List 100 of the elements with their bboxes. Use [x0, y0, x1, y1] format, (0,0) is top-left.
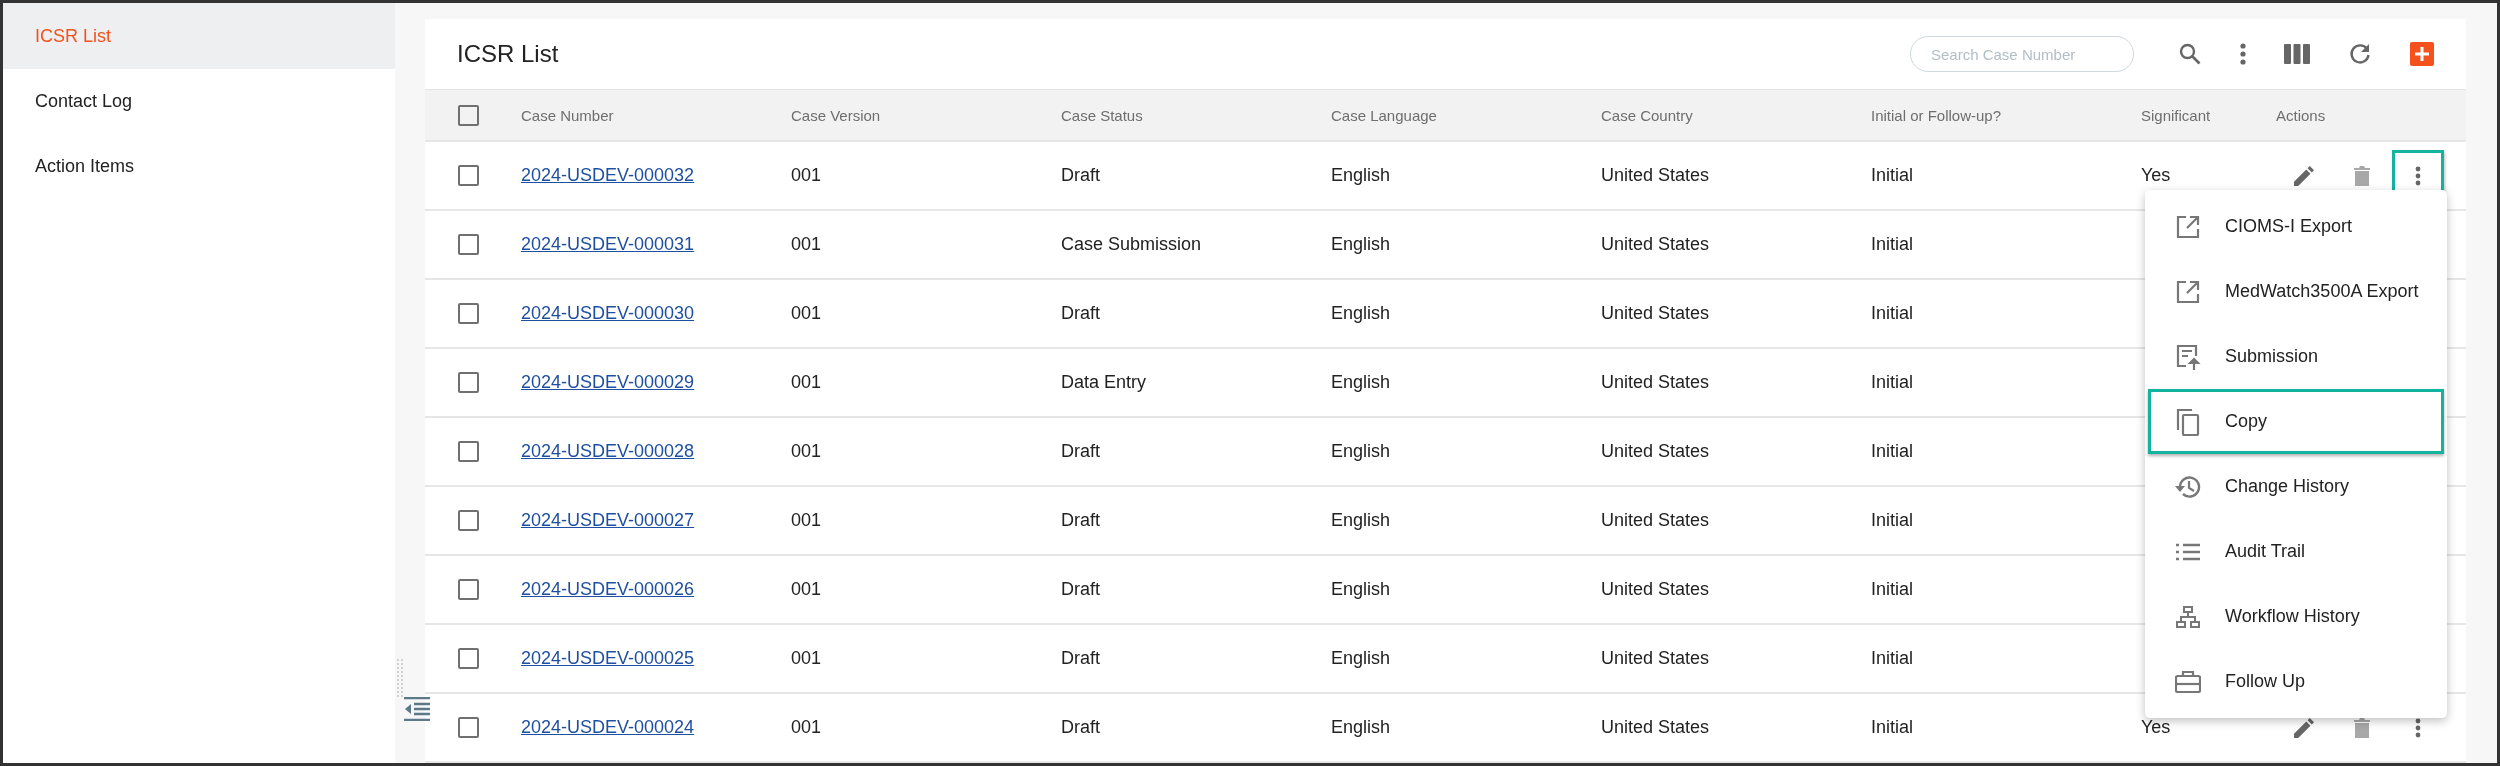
table-cell: Initial: [1871, 717, 1914, 737]
table-cell: 001: [791, 303, 822, 323]
more-options-icon: [2415, 165, 2421, 186]
table-cell: United States: [1601, 165, 1710, 185]
document-upload-icon: [2175, 343, 2201, 370]
delete-icon[interactable]: [2354, 717, 2370, 738]
row-checkbox[interactable]: [458, 510, 479, 531]
table-cell: 001: [791, 717, 822, 737]
row-checkbox[interactable]: [458, 372, 479, 393]
table-cell: English: [1331, 441, 1391, 461]
menu-item[interactable]: Change History: [2148, 454, 2444, 519]
search-field[interactable]: Search Case Number: [1910, 36, 2134, 72]
table-cell: Initial: [1871, 441, 1914, 461]
table-cell: 001: [791, 234, 822, 254]
case-number-link[interactable]: 2024-USDEV-000026: [521, 579, 695, 599]
menu-item[interactable]: CIOMS-I Export: [2148, 194, 2444, 259]
column-header: Case Language: [1331, 106, 1438, 124]
open-external-icon: [2175, 279, 2201, 304]
table-cell: Draft: [1061, 441, 1100, 461]
row-checkbox[interactable]: [458, 579, 479, 600]
edit-icon[interactable]: [2294, 165, 2314, 186]
table-cell: 001: [791, 441, 822, 461]
column-header: Case Status: [1061, 106, 1144, 124]
table-cell: Yes: [2141, 165, 2171, 185]
menu-item[interactable]: Audit Trail: [2148, 519, 2444, 584]
column-header: Significant: [2141, 106, 2212, 124]
table-cell: English: [1331, 165, 1391, 185]
table-cell: 001: [791, 372, 822, 392]
row-checkbox[interactable]: [458, 717, 479, 738]
menu-item[interactable]: MedWatch3500A Export: [2148, 259, 2444, 324]
hierarchy-icon: [2175, 605, 2201, 628]
table-cell: English: [1331, 579, 1391, 599]
table-cell: English: [1331, 372, 1391, 392]
row-checkbox[interactable]: [458, 234, 479, 255]
table-cell: English: [1331, 303, 1391, 323]
open-external-icon: [2175, 214, 2201, 239]
table-cell: Draft: [1061, 165, 1100, 185]
table-cell: Draft: [1061, 648, 1100, 668]
menu-item[interactable]: Copy: [2148, 389, 2444, 454]
table-cell: Draft: [1061, 303, 1100, 323]
refresh-icon[interactable]: [2348, 42, 2372, 66]
table-cell: Initial: [1871, 165, 1914, 185]
sidebar-item[interactable]: Contact Log: [3, 69, 395, 134]
case-number-link[interactable]: 2024-USDEV-000030: [521, 303, 695, 323]
column-header: Initial or Follow-up?: [1871, 106, 2003, 124]
table-cell: Data Entry: [1061, 372, 1147, 392]
column-header: Case Number: [521, 106, 615, 124]
table-cell: English: [1331, 234, 1391, 254]
briefcase-icon: [2175, 669, 2201, 694]
row-checkbox[interactable]: [458, 441, 479, 462]
table-cell: United States: [1601, 303, 1710, 323]
row-checkbox[interactable]: [458, 648, 479, 669]
table-cell: Yes: [2141, 717, 2171, 737]
add-icon[interactable]: [2410, 42, 2434, 66]
columns-icon[interactable]: [2284, 44, 2310, 64]
table-cell: Initial: [1871, 234, 1914, 254]
table-cell: Draft: [1061, 579, 1100, 599]
table-cell: Draft: [1061, 717, 1100, 737]
sidebar-item[interactable]: Action Items: [3, 134, 395, 199]
menu-item[interactable]: Submission: [2148, 324, 2444, 389]
search-icon[interactable]: [2178, 42, 2202, 66]
page-title: ICSR List: [457, 40, 559, 68]
case-number-link[interactable]: 2024-USDEV-000024: [521, 717, 695, 737]
table-cell: United States: [1601, 441, 1710, 461]
table-cell: 001: [791, 510, 822, 530]
case-number-link[interactable]: 2024-USDEV-000028: [521, 441, 695, 461]
table-cell: 001: [791, 648, 822, 668]
table-cell: 001: [791, 579, 822, 599]
table-cell: English: [1331, 717, 1391, 737]
table-cell: Initial: [1871, 579, 1914, 599]
table-cell: United States: [1601, 717, 1710, 737]
table-cell: English: [1331, 510, 1391, 530]
table-cell: Initial: [1871, 510, 1914, 530]
row-checkbox[interactable]: [458, 165, 479, 186]
copy-icon: [2175, 407, 2201, 436]
edit-icon[interactable]: [2294, 717, 2314, 738]
column-header: Case Version: [791, 106, 882, 124]
table-cell: United States: [1601, 372, 1710, 392]
table-cell: English: [1331, 648, 1391, 668]
collapse-sidebar-icon[interactable]: [404, 697, 430, 721]
case-number-link[interactable]: 2024-USDEV-000031: [521, 234, 695, 254]
table-cell: Initial: [1871, 372, 1914, 392]
more-options-icon: [2415, 717, 2421, 738]
menu-item[interactable]: Workflow History: [2148, 584, 2444, 649]
menu-item[interactable]: Follow Up: [2148, 649, 2444, 714]
table-cell: Initial: [1871, 303, 1914, 323]
column-header: Actions: [2276, 106, 2327, 124]
row-checkbox[interactable]: [458, 303, 479, 324]
drag-handle-icon[interactable]: [396, 658, 404, 698]
select-all-checkbox[interactable]: [458, 104, 479, 126]
table-cell: United States: [1601, 510, 1710, 530]
history-icon: [2175, 474, 2201, 499]
case-number-link[interactable]: 2024-USDEV-000027: [521, 510, 695, 530]
more-options-icon[interactable]: [2240, 43, 2246, 65]
table-cell: United States: [1601, 234, 1710, 254]
case-number-link[interactable]: 2024-USDEV-000025: [521, 648, 695, 668]
case-number-link[interactable]: 2024-USDEV-000029: [521, 372, 695, 392]
table-cell: Draft: [1061, 510, 1100, 530]
case-number-link[interactable]: 2024-USDEV-000032: [521, 165, 695, 185]
table-cell: Initial: [1871, 648, 1914, 668]
